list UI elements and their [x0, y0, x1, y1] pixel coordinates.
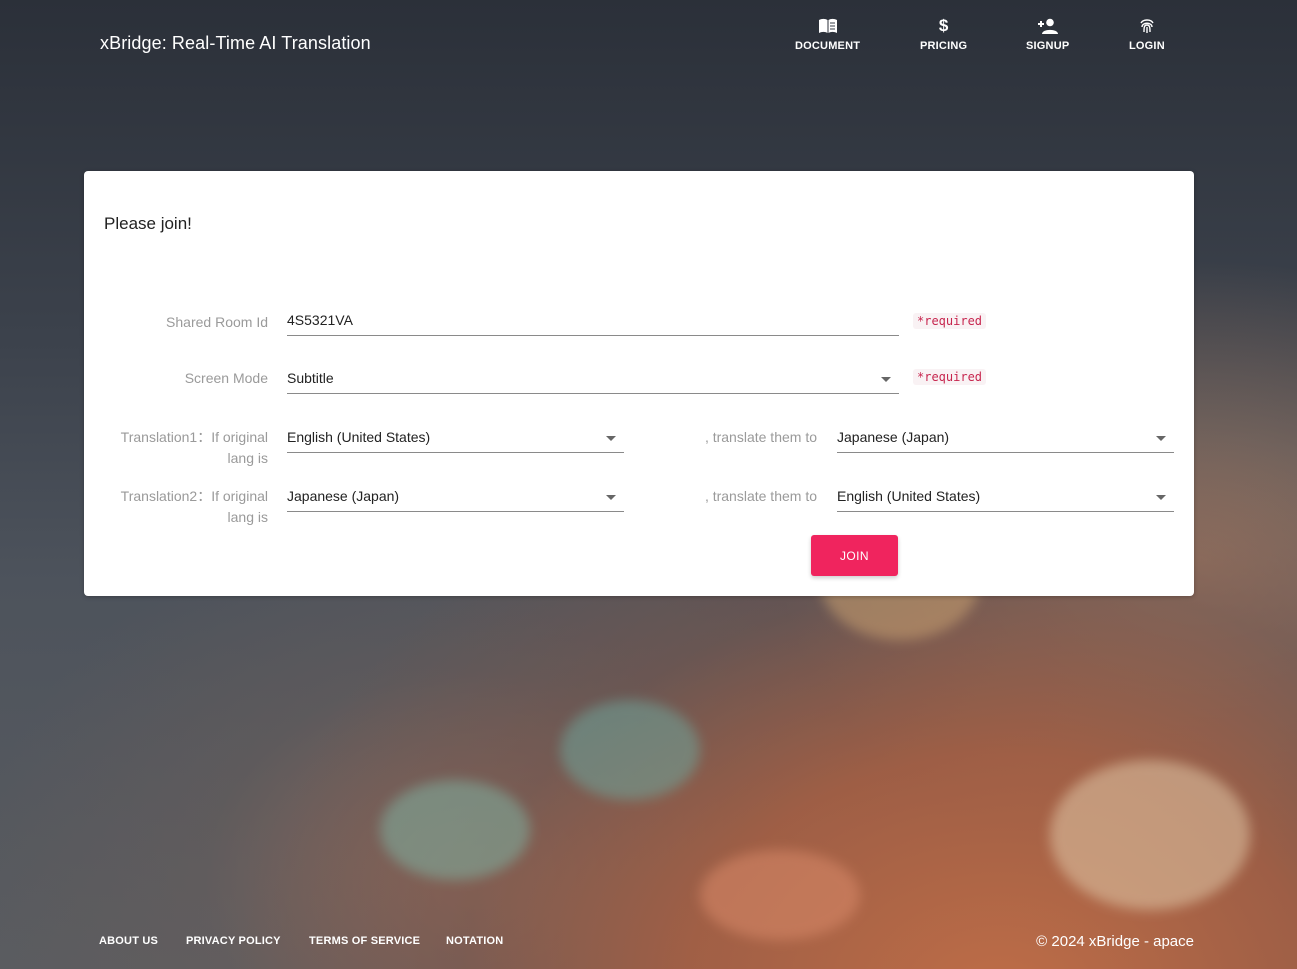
room-id-input[interactable]: 4S5321VA	[287, 309, 899, 336]
join-button[interactable]: JOIN	[811, 535, 898, 576]
translation2-source-value: Japanese (Japan)	[287, 488, 400, 504]
translation1-source-select[interactable]: English (United States)	[287, 426, 624, 453]
person-add-icon	[1037, 16, 1059, 36]
translation1-connector: , translate them to	[704, 429, 817, 445]
nav-login[interactable]: LOGIN	[1129, 16, 1165, 52]
fingerprint-icon	[1136, 16, 1158, 36]
chevron-down-icon[interactable]	[1156, 436, 1166, 441]
nav-signup-label: SIGNUP	[1026, 40, 1070, 52]
footer-link-terms-of-service[interactable]: TERMS OF SERVICE	[309, 935, 420, 947]
join-form-card: Please join! Shared Room Id 4S5321VA *re…	[84, 171, 1194, 596]
form-title: Please join!	[104, 214, 192, 233]
screen-mode-select[interactable]: Subtitle	[287, 367, 899, 394]
footer-link-notation[interactable]: NOTATION	[446, 935, 503, 947]
screen-mode-required-badge: *required	[913, 369, 987, 385]
footer-link-privacy-policy[interactable]: PRIVACY POLICY	[186, 935, 281, 947]
nav-document[interactable]: DOCUMENT	[795, 16, 860, 52]
chevron-down-icon[interactable]	[606, 495, 616, 500]
translation2-target-select[interactable]: English (United States)	[837, 485, 1174, 512]
chevron-down-icon[interactable]	[606, 436, 616, 441]
book-open-icon	[817, 16, 839, 36]
translation1-label: Translation1：If original lang is	[120, 429, 268, 466]
translation2-label: Translation2：If original lang is	[120, 488, 268, 525]
chevron-down-icon[interactable]	[881, 377, 891, 382]
dollar-icon: $	[938, 16, 949, 35]
nav-login-label: LOGIN	[1129, 40, 1165, 52]
translation1-target-value: Japanese (Japan)	[837, 429, 950, 445]
footer-link-about-us[interactable]: ABOUT US	[99, 935, 158, 947]
nav-pricing[interactable]: $ PRICING	[920, 16, 967, 52]
translation2-connector: , translate them to	[704, 488, 817, 504]
translation1-source-value: English (United States)	[287, 429, 431, 445]
nav-signup[interactable]: SIGNUP	[1026, 16, 1069, 52]
screen-mode-label: Screen Mode	[184, 370, 268, 386]
nav-pricing-label: PRICING	[920, 40, 968, 52]
brand-title[interactable]: xBridge: Real-Time AI Translation	[100, 33, 371, 54]
room-id-value: 4S5321VA	[287, 312, 353, 328]
chevron-down-icon[interactable]	[1156, 495, 1166, 500]
translation2-target-value: English (United States)	[837, 488, 981, 504]
room-id-label: Shared Room Id	[166, 314, 268, 330]
screen-mode-value: Subtitle	[287, 370, 334, 386]
top-header: xBridge: Real-Time AI Translation DOCUME…	[0, 0, 1297, 90]
nav-document-label: DOCUMENT	[795, 40, 861, 52]
room-id-required-badge: *required	[913, 313, 987, 329]
translation1-target-select[interactable]: Japanese (Japan)	[837, 426, 1174, 453]
translation2-source-select[interactable]: Japanese (Japan)	[287, 485, 624, 512]
copyright-text: © 2024 xBridge - apace	[1036, 933, 1194, 950]
